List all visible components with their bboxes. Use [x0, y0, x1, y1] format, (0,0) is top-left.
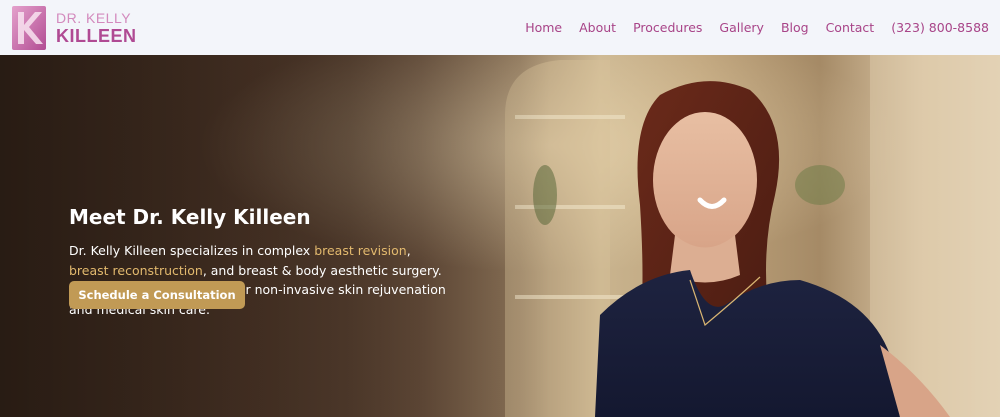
- schedule-consultation-button[interactable]: Schedule a Consultation: [69, 281, 245, 309]
- site-header: DR. KELLY KILLEEN Home About Procedures …: [0, 0, 1000, 55]
- logo[interactable]: DR. KELLY KILLEEN: [12, 5, 137, 50]
- kk-monogram-icon: [12, 5, 46, 50]
- breast-reconstruction-link[interactable]: breast reconstruction: [69, 263, 203, 278]
- hero-title: Meet Dr. Kelly Killeen: [69, 205, 311, 229]
- nav-link-about[interactable]: About: [579, 20, 616, 35]
- hero-section: Meet Dr. Kelly Killeen Dr. Kelly Killeen…: [0, 55, 1000, 417]
- hero-desc-part1: Dr. Kelly Killeen specializes in complex: [69, 243, 315, 258]
- breast-revision-link[interactable]: breast revision: [314, 243, 407, 258]
- nav-link-contact[interactable]: Contact: [826, 20, 875, 35]
- logo-line1: DR. KELLY: [56, 9, 132, 26]
- nav-link-home[interactable]: Home: [525, 20, 562, 35]
- nav-link-blog[interactable]: Blog: [781, 20, 809, 35]
- phone-link[interactable]: (323) 800-8588: [891, 20, 989, 35]
- logo-text: DR. KELLY KILLEEN: [56, 11, 137, 45]
- logo-line2: KILLEEN: [56, 25, 137, 46]
- nav-link-procedures[interactable]: Procedures: [633, 20, 702, 35]
- hero-desc-part2: ,: [406, 243, 411, 258]
- main-nav: Home About Procedures Gallery Blog Conta…: [508, 20, 989, 35]
- nav-link-gallery[interactable]: Gallery: [719, 20, 764, 35]
